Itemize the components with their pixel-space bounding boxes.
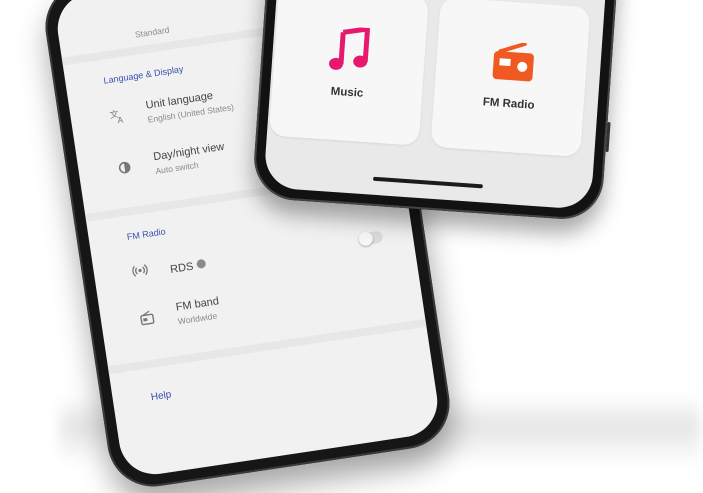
brightness-icon <box>116 159 134 177</box>
svg-text:A: A <box>117 115 124 125</box>
radio-icon <box>490 41 537 89</box>
fm-band-subtitle: Worldwide <box>177 310 218 327</box>
day-night-text: Day/night view Auto switch <box>153 141 227 176</box>
rds-text: RDS <box>169 255 207 278</box>
unit-language-text: Unit language English (United States) <box>145 87 235 125</box>
section-help[interactable]: Help <box>150 389 172 403</box>
home-indicator[interactable] <box>372 176 483 189</box>
music-tile-label: Music <box>330 85 364 100</box>
section-fm-radio: FM Radio <box>126 226 167 243</box>
rds-title: RDS <box>169 260 195 276</box>
apps-phone: Music FM Radio <box>251 0 629 222</box>
music-tile[interactable]: Music <box>268 0 429 146</box>
top-item-subtitle: Standard <box>134 24 170 40</box>
rds-antenna-icon <box>131 261 149 279</box>
rds-toggle[interactable] <box>358 230 384 246</box>
info-icon[interactable] <box>196 258 207 270</box>
radio-icon <box>138 309 156 327</box>
apps-screen: Music FM Radio <box>263 0 617 210</box>
translate-icon: 文A <box>108 107 126 125</box>
music-note-icon <box>328 25 371 79</box>
fm-band-text: FM band Worldwide <box>175 295 222 326</box>
section-language-display: Language & Display <box>102 63 184 86</box>
side-button <box>605 121 611 153</box>
fm-radio-tile-label: FM Radio <box>482 96 535 112</box>
fm-radio-tile[interactable]: FM Radio <box>430 0 591 158</box>
